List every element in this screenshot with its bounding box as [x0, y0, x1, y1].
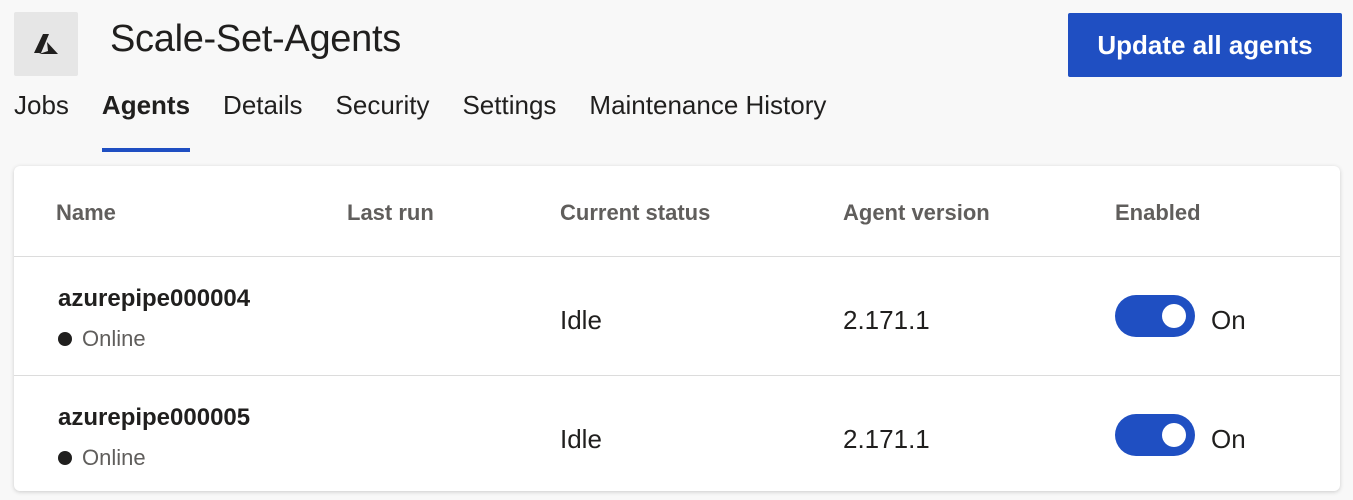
tab-settings[interactable]: Settings	[462, 88, 556, 152]
status-dot-icon	[58, 451, 72, 465]
table-row[interactable]: azurepipe000004 Online Idle 2.171.1 On	[14, 257, 1340, 376]
tab-bar: Jobs Agents Details Security Settings Ma…	[14, 88, 859, 152]
tab-details[interactable]: Details	[223, 88, 302, 152]
current-status-cell: Idle	[560, 424, 602, 454]
current-status-cell: Idle	[560, 305, 602, 335]
toggle-knob	[1162, 423, 1186, 447]
azure-logo-icon	[14, 12, 78, 76]
online-status-label: Online	[82, 445, 146, 470]
toggle-knob	[1162, 304, 1186, 328]
agent-online-status: Online	[58, 326, 146, 352]
enabled-toggle[interactable]	[1115, 414, 1195, 456]
agent-version-cell: 2.171.1	[843, 424, 930, 454]
agent-name[interactable]: azurepipe000004	[58, 285, 250, 313]
agents-table: Name Last run Current status Agent versi…	[14, 166, 1340, 491]
column-header-last-run[interactable]: Last run	[347, 200, 434, 226]
column-header-enabled[interactable]: Enabled	[1115, 200, 1201, 226]
enabled-toggle[interactable]	[1115, 295, 1195, 337]
status-dot-icon	[58, 332, 72, 346]
table-header-row: Name Last run Current status Agent versi…	[14, 166, 1340, 257]
enabled-toggle-label: On	[1211, 424, 1246, 454]
tab-security[interactable]: Security	[336, 88, 430, 152]
tab-maintenance-history[interactable]: Maintenance History	[589, 88, 826, 152]
online-status-label: Online	[82, 326, 146, 351]
agent-version-cell: 2.171.1	[843, 305, 930, 335]
tab-jobs[interactable]: Jobs	[14, 88, 69, 152]
enabled-toggle-label: On	[1211, 305, 1246, 335]
agent-online-status: Online	[58, 445, 146, 471]
column-header-agent-version[interactable]: Agent version	[843, 200, 990, 226]
tab-agents[interactable]: Agents	[101, 88, 191, 152]
update-all-agents-button[interactable]: Update all agents	[1068, 13, 1342, 77]
page-title: Scale-Set-Agents	[110, 18, 401, 60]
column-header-current-status[interactable]: Current status	[560, 200, 710, 226]
column-header-name[interactable]: Name	[56, 200, 116, 226]
agent-pool-page: Scale-Set-Agents Update all agents Jobs …	[0, 0, 1353, 500]
table-row[interactable]: azurepipe000005 Online Idle 2.171.1 On	[14, 376, 1340, 491]
agent-name[interactable]: azurepipe000005	[58, 404, 250, 432]
